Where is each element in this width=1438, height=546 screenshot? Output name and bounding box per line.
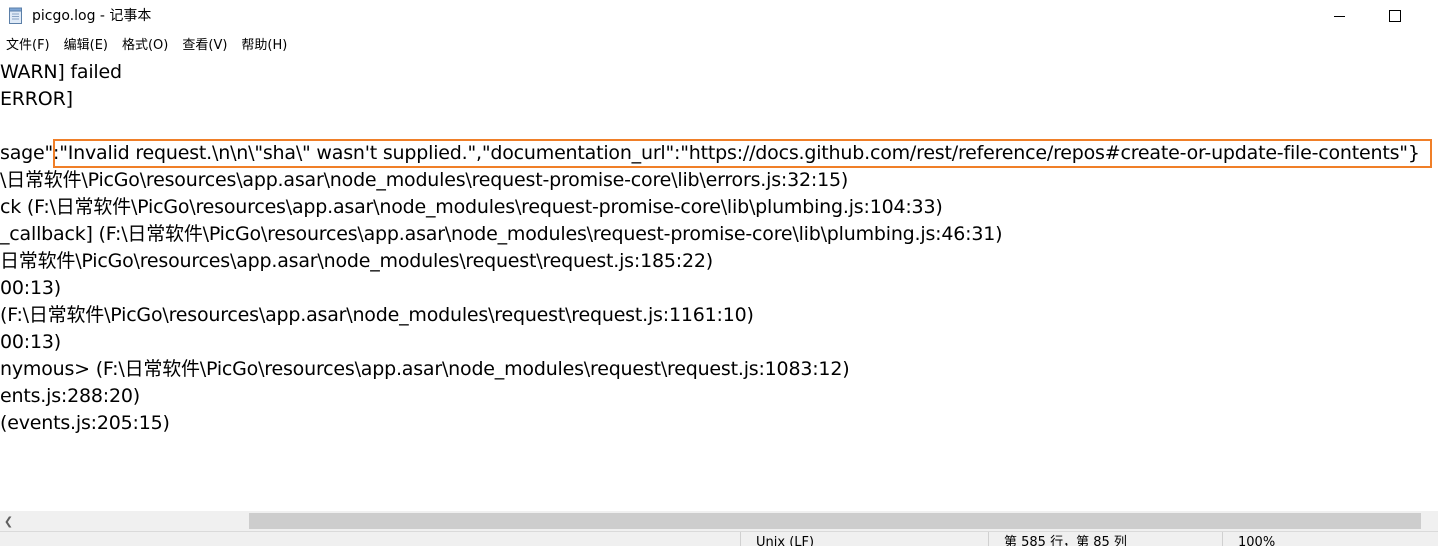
window-title: picgo.log - 记事本 xyxy=(32,8,152,24)
log-line: 日常软件\PicGo\resources\app.asar\node_modul… xyxy=(0,250,713,272)
log-line: \日常软件\PicGo\resources\app.asar\node_modu… xyxy=(0,169,849,191)
menu-file[interactable]: 文件(F) xyxy=(0,33,57,59)
scroll-left-arrow-icon[interactable]: ❮ xyxy=(0,511,17,531)
text-editor[interactable]: WARN] failed ERROR] sage":"Invalid reque… xyxy=(0,59,1438,511)
scroll-right-arrow-icon[interactable] xyxy=(1421,511,1438,531)
log-line: WARN] failed xyxy=(0,61,122,83)
log-line: ents.js:288:20) xyxy=(0,385,140,407)
maximize-button[interactable] xyxy=(1372,0,1418,32)
log-line: nymous> (F:\日常软件\PicGo\resources\app.asa… xyxy=(0,358,850,380)
title-bar: picgo.log - 记事本 xyxy=(0,0,1438,32)
menu-edit[interactable]: 编辑(E) xyxy=(57,33,115,59)
log-line: (events.js:205:15) xyxy=(0,412,170,434)
log-line: ck (F:\日常软件\PicGo\resources\app.asar\nod… xyxy=(0,196,943,218)
line-ending-status: Unix (LF) xyxy=(740,532,988,546)
horizontal-scrollbar[interactable]: ❮ xyxy=(0,511,1438,531)
log-line: (F:\日常软件\PicGo\resources\app.asar\node_m… xyxy=(0,304,754,326)
menu-format[interactable]: 格式(O) xyxy=(115,33,175,59)
maximize-icon xyxy=(1389,10,1401,22)
zoom-status: 100% xyxy=(1222,532,1438,546)
log-line: 00:13) xyxy=(0,277,61,299)
scroll-thumb[interactable] xyxy=(249,513,1421,529)
log-line: sage":"Invalid request.\n\n\"sha\" wasn'… xyxy=(0,142,1420,164)
minimize-button[interactable] xyxy=(1316,0,1362,32)
notepad-icon xyxy=(9,7,22,24)
menu-help[interactable]: 帮助(H) xyxy=(234,33,294,59)
minimize-icon xyxy=(1333,15,1345,17)
menu-bar: 文件(F) 编辑(E) 格式(O) 查看(V) 帮助(H) xyxy=(0,33,294,59)
status-bar: Unix (LF) 第 585 行，第 85 列 100% xyxy=(0,531,1438,546)
cursor-position-status: 第 585 行，第 85 列 xyxy=(988,532,1222,546)
log-line: _callback] (F:\日常软件\PicGo\resources\app.… xyxy=(0,223,1003,245)
log-line: 00:13) xyxy=(0,331,61,353)
menu-view[interactable]: 查看(V) xyxy=(175,33,234,59)
log-line: ERROR] xyxy=(0,88,73,110)
